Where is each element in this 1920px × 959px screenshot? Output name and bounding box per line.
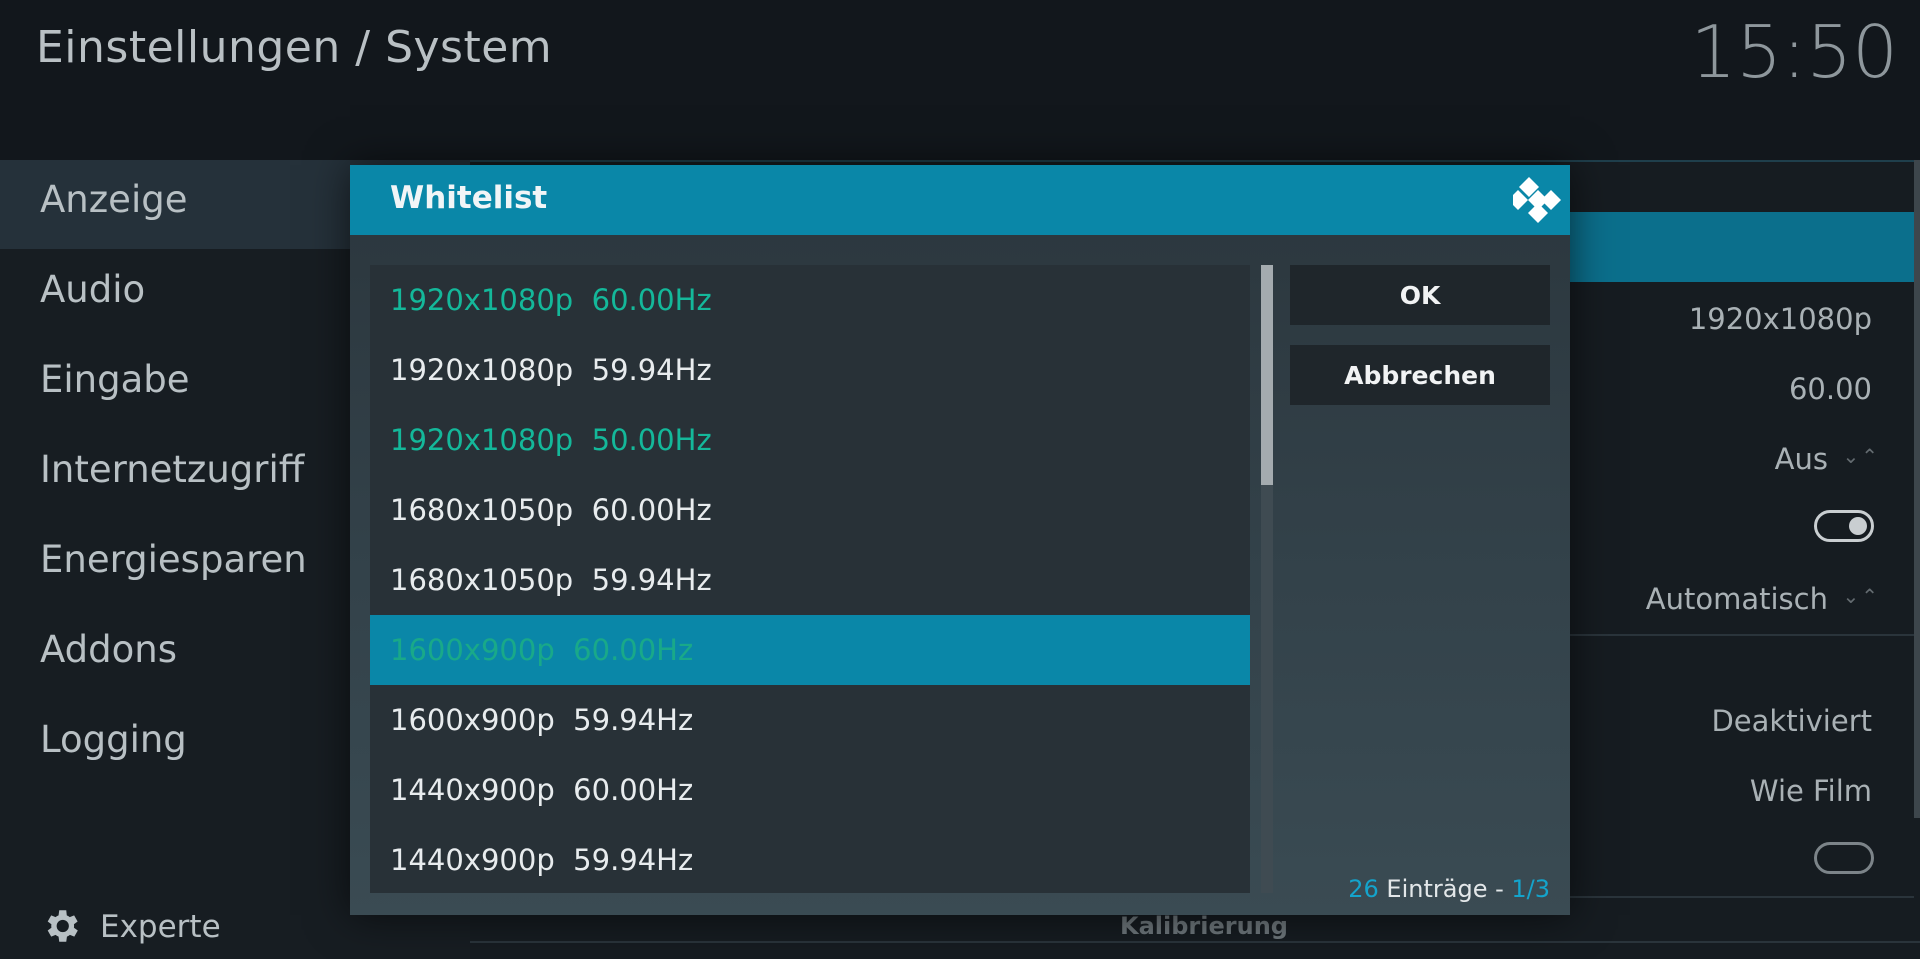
toggle-knob xyxy=(1821,849,1839,867)
list-item[interactable]: 1440x900p 59.94Hz xyxy=(370,825,1250,893)
list-item-label: 1600x900p 59.94Hz xyxy=(390,703,694,737)
page-indicator: 1/3 xyxy=(1511,875,1550,903)
toggle-knob xyxy=(1849,517,1867,535)
list-item-focused[interactable]: 1600x900p 60.00Hz xyxy=(370,615,1250,685)
list-item[interactable]: 1920x1080p 60.00Hz xyxy=(370,265,1250,335)
list-item-label: 1440x900p 59.94Hz xyxy=(390,843,694,877)
cancel-button[interactable]: Abbrechen xyxy=(1290,345,1550,405)
expert-level-label: Experte xyxy=(100,909,221,945)
settings-row-focused[interactable] xyxy=(1570,212,1914,282)
spin-arrows-icon[interactable]: ⌄⌃ xyxy=(1842,444,1880,468)
list-scrollbar[interactable] xyxy=(1261,265,1273,893)
dialog-title: Whitelist xyxy=(390,180,548,216)
list-item-label: 1920x1080p 50.00Hz xyxy=(390,423,712,457)
gear-icon xyxy=(47,910,78,942)
item-count-text: Einträge - xyxy=(1378,875,1512,903)
panel-scrollbar[interactable] xyxy=(1914,160,1920,818)
item-count-total: 26 xyxy=(1348,875,1379,903)
dialog-header: Whitelist xyxy=(350,165,1570,235)
list-item-label: 1920x1080p 60.00Hz xyxy=(390,283,712,317)
sidebar-item-label: Audio xyxy=(40,268,146,311)
list-item[interactable]: 1920x1080p 50.00Hz xyxy=(370,405,1250,475)
sidebar-item-label: Logging xyxy=(40,718,187,761)
list-item[interactable]: 1440x900p 60.00Hz xyxy=(370,755,1250,825)
setting-value-refresh-rate[interactable]: 60.00 xyxy=(1789,372,1872,406)
section-divider xyxy=(1570,634,1914,636)
sidebar-item-label: Addons xyxy=(40,628,177,671)
setting-value-aus[interactable]: Aus xyxy=(1775,442,1828,476)
scrollbar-thumb[interactable] xyxy=(1261,265,1273,485)
list-item[interactable]: 1680x1050p 59.94Hz xyxy=(370,545,1250,615)
whitelist-list[interactable]: 1920x1080p 60.00Hz 1920x1080p 59.94Hz 19… xyxy=(370,265,1250,893)
list-item-label: 1600x900p 60.00Hz xyxy=(390,633,694,667)
setting-toggle-on[interactable] xyxy=(1814,510,1874,542)
list-item-label: 1680x1050p 60.00Hz xyxy=(390,493,712,527)
setting-toggle-off[interactable] xyxy=(1814,842,1874,874)
list-item-label: 1680x1050p 59.94Hz xyxy=(390,563,712,597)
list-item-label: 1440x900p 60.00Hz xyxy=(390,773,694,807)
list-item-label: 1920x1080p 59.94Hz xyxy=(390,353,712,387)
page-title: Einstellungen / System xyxy=(36,22,553,73)
panel-divider xyxy=(470,160,1920,162)
whitelist-dialog: Whitelist 1920x1080p 60.00Hz 1920x1080p … xyxy=(350,165,1570,915)
section-divider xyxy=(470,941,1920,943)
sidebar-item-label: Anzeige xyxy=(40,178,188,221)
ok-button[interactable]: OK xyxy=(1290,265,1550,325)
sidebar-item-label: Internetzugriff xyxy=(40,448,305,491)
setting-value-wie-film[interactable]: Wie Film xyxy=(1750,774,1872,808)
sidebar-item-label: Eingabe xyxy=(40,358,190,401)
clock: 15:50 xyxy=(1690,10,1899,94)
spin-arrows-icon[interactable]: ⌄⌃ xyxy=(1842,584,1880,608)
list-item[interactable]: 1680x1050p 60.00Hz xyxy=(370,475,1250,545)
item-count: 26 Einträge - 1/3 xyxy=(1348,875,1550,903)
calibration-button[interactable]: Kalibrierung xyxy=(1120,912,1288,940)
setting-value-deaktiviert[interactable]: Deaktiviert xyxy=(1711,704,1872,738)
sidebar-item-label: Energiesparen xyxy=(40,538,307,581)
list-item[interactable]: 1920x1080p 59.94Hz xyxy=(370,335,1250,405)
list-item[interactable]: 1600x900p 59.94Hz xyxy=(370,685,1250,755)
setting-value-resolution[interactable]: 1920x1080p xyxy=(1689,302,1872,336)
kodi-logo-icon xyxy=(1513,177,1561,223)
section-divider xyxy=(1570,896,1914,898)
setting-value-automatisch[interactable]: Automatisch xyxy=(1646,582,1828,616)
